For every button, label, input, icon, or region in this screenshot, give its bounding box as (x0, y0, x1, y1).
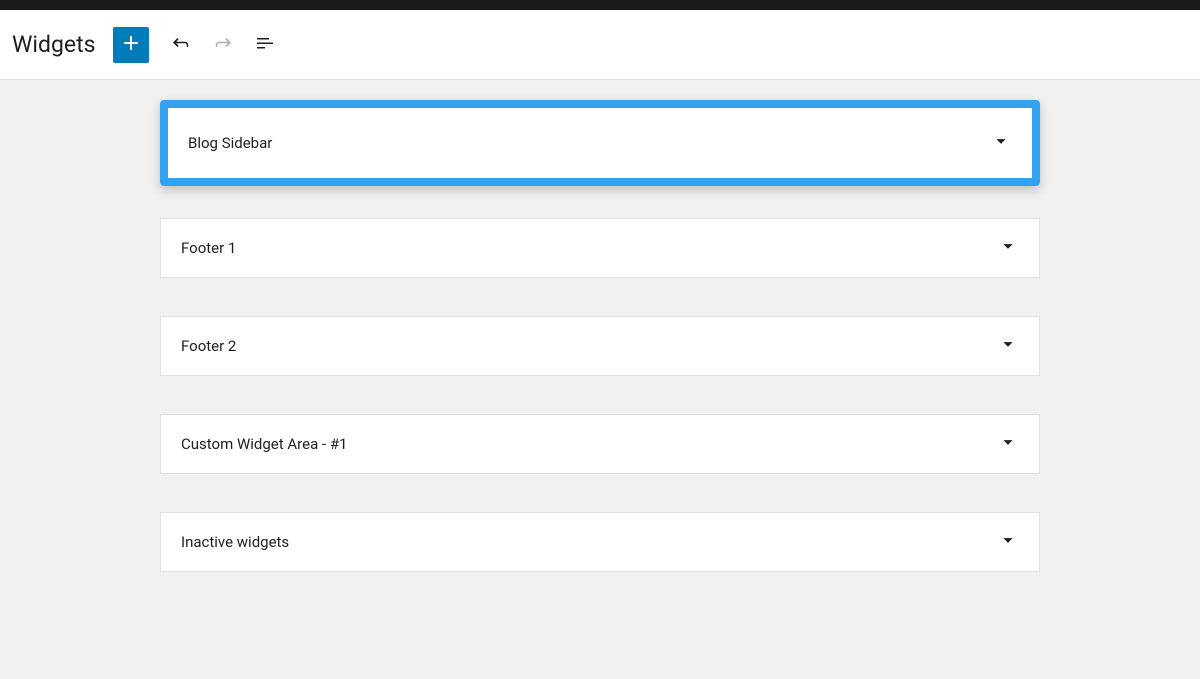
redo-button[interactable] (205, 27, 241, 63)
widget-area-list: Blog Sidebar Footer 1 Footer 2 Custom Wi… (160, 100, 1040, 610)
redo-icon (211, 31, 235, 58)
plus-icon (119, 31, 143, 58)
highlighted-widget-area: Blog Sidebar (160, 100, 1040, 186)
widget-area-panel-blog-sidebar[interactable]: Blog Sidebar (168, 108, 1032, 178)
chevron-down-icon (990, 130, 1012, 156)
widget-area-label: Footer 2 (181, 337, 236, 355)
widget-areas-container: Blog Sidebar Footer 1 Footer 2 Custom Wi… (0, 80, 1200, 650)
page-title: Widgets (12, 31, 95, 58)
document-overview-button[interactable] (247, 27, 283, 63)
widget-area-panel-inactive[interactable]: Inactive widgets (160, 512, 1040, 572)
chevron-down-icon (997, 431, 1019, 457)
widget-area-label: Blog Sidebar (188, 134, 272, 152)
widget-area-label: Footer 1 (181, 239, 236, 257)
editor-toolbar: Widgets (0, 10, 1200, 80)
widget-area-panel-footer-1[interactable]: Footer 1 (160, 218, 1040, 278)
undo-icon (169, 31, 193, 58)
chevron-down-icon (997, 333, 1019, 359)
widget-area-panel-custom-1[interactable]: Custom Widget Area - #1 (160, 414, 1040, 474)
undo-button[interactable] (163, 27, 199, 63)
list-view-icon (253, 31, 277, 58)
add-block-button[interactable] (113, 27, 149, 63)
chevron-down-icon (997, 529, 1019, 555)
widget-area-panel-footer-2[interactable]: Footer 2 (160, 316, 1040, 376)
chevron-down-icon (997, 235, 1019, 261)
admin-top-bar (0, 0, 1200, 10)
widget-area-label: Custom Widget Area - #1 (181, 435, 347, 453)
widget-area-label: Inactive widgets (181, 533, 289, 551)
